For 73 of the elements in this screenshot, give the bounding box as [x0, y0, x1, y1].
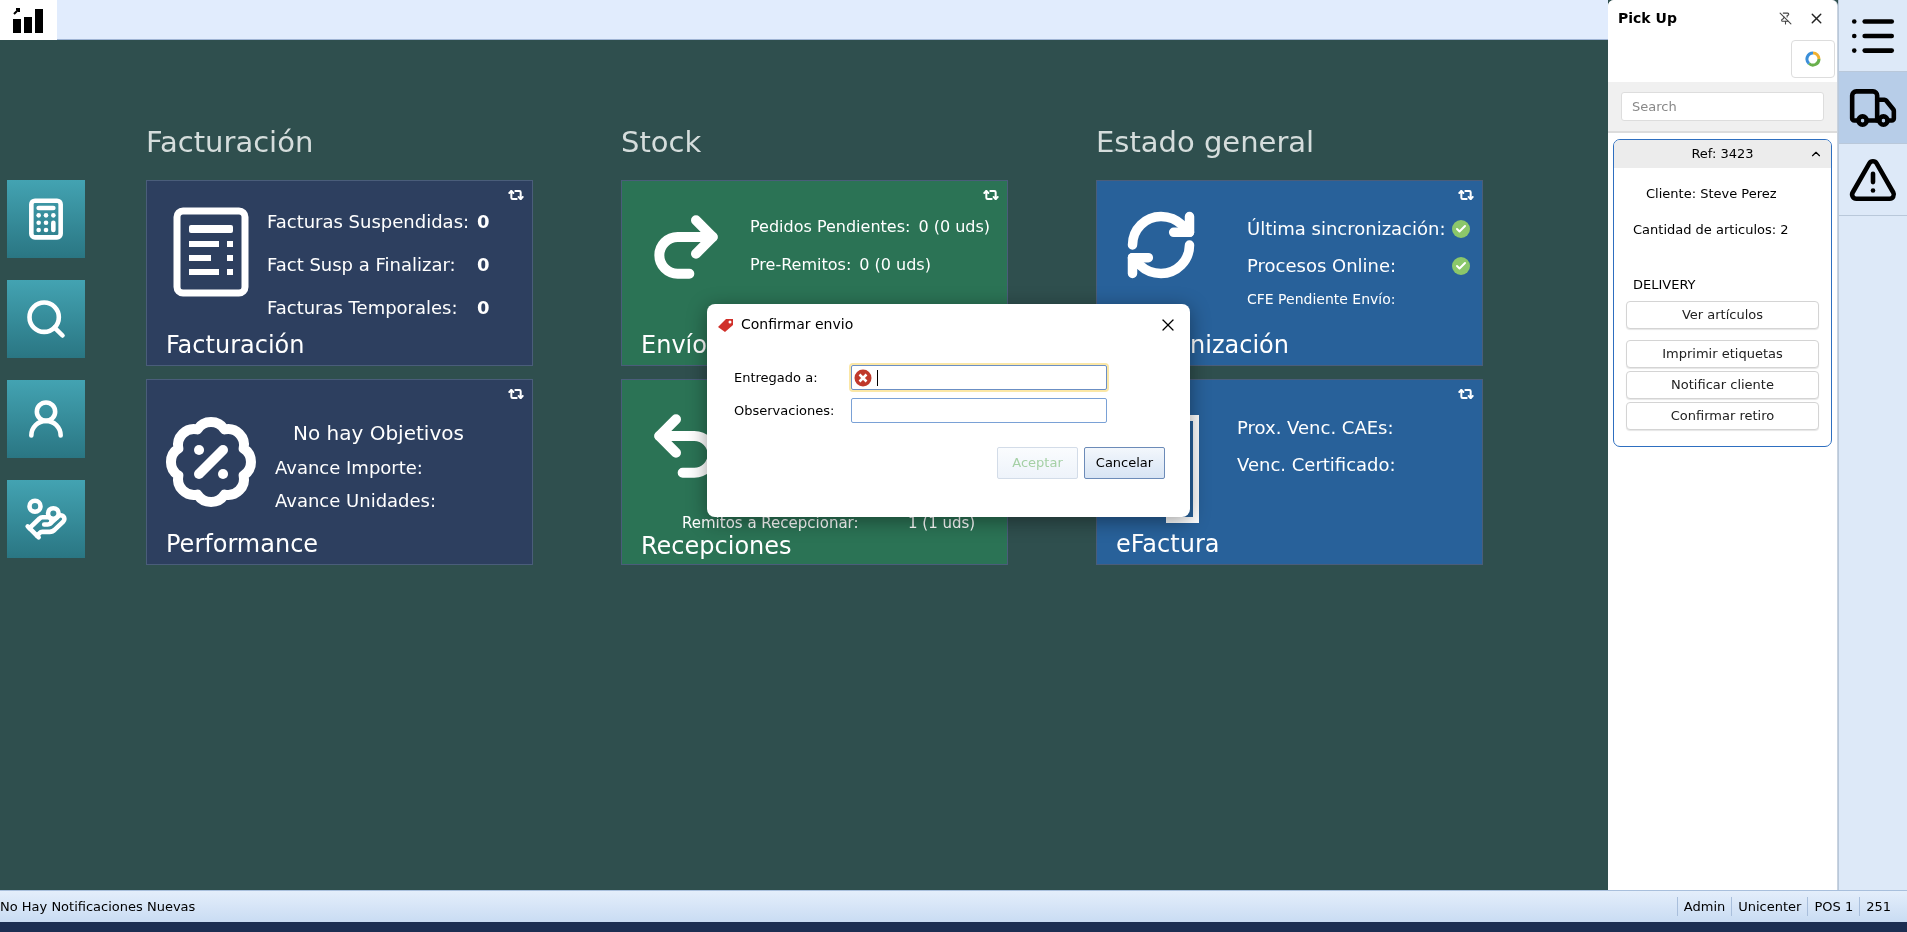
section-title: Facturación [146, 124, 315, 161]
dashboard-tile[interactable]: No hay Objetivos Avance Importe: Avance Unidades: Performance [146, 379, 533, 565]
text-cursor [877, 369, 878, 386]
status-message: No Hay Notificaciones Nuevas [0, 897, 197, 916]
row-value: 0 [477, 296, 491, 320]
tile-title: Performance [165, 530, 320, 560]
text-field[interactable] [851, 398, 1107, 423]
tile-heading: No hay Objetivos [292, 420, 464, 447]
action-button[interactable]: Ver artículos [1626, 300, 1819, 329]
row-label: Remitos a Recepcionar: [682, 514, 860, 532]
row-label: Prox. Venc. CAEs: [1237, 416, 1395, 440]
row-value: 0 [477, 253, 491, 277]
action-button[interactable]: Notificar cliente [1626, 370, 1819, 399]
row-label: Avance Unidades: [275, 489, 437, 513]
action-button[interactable]: Confirmar retiro [1626, 401, 1819, 430]
status-item: POS 1 [1807, 896, 1860, 917]
loading-ring-icon [1805, 51, 1821, 67]
row-label: Facturas Temporales: [267, 296, 459, 320]
row-label: Última sincronización: [1247, 217, 1447, 241]
dashboard-tile[interactable]: Facturas Suspendidas: 0 Fact Susp a Finalizar: 0 Facturas Temporales: 0 Facturación [146, 180, 533, 366]
text-field[interactable] [851, 365, 1107, 390]
row-value: 0 [477, 210, 491, 234]
row-label: Avance Importe: [275, 456, 423, 480]
row-label: Fact Susp a Finalizar: [267, 253, 457, 277]
shortcut-button[interactable] [7, 380, 85, 458]
item-count-text: Cantidad de articulos: 2 [1632, 220, 1790, 239]
section-title: Stock [621, 124, 703, 161]
client-text: Cliente: Steve Perez [1645, 185, 1778, 203]
percent-badge-icon [163, 414, 259, 510]
dialog-title: Confirmar envio [741, 315, 855, 334]
row-label: Venc. Certificado: [1237, 453, 1397, 477]
status-item: Admin [1676, 896, 1732, 917]
section-title: Estado general [1096, 124, 1316, 161]
row-label: Facturas Suspendidas: [267, 210, 471, 234]
field-label: Entregado a: [734, 368, 819, 387]
row-label: CFE Pendiente Envío: [1247, 290, 1397, 309]
field-label: Observaciones: [734, 401, 836, 420]
tile-title: Recepciones [640, 532, 793, 562]
row-value: 0 (0 uds) [859, 254, 931, 276]
status-item: Unicenter [1731, 896, 1808, 917]
search-icon [24, 297, 68, 341]
unpin-icon[interactable] [1779, 12, 1792, 25]
row-label: Pedidos Pendientes: [750, 216, 911, 238]
row-value: 0 (0 uds) [918, 216, 991, 238]
refresh-icon[interactable] [1458, 187, 1474, 203]
tile-title: Envío [640, 331, 708, 361]
shortcut-button[interactable] [7, 280, 85, 358]
tile-title: Facturación [165, 331, 306, 361]
card-header[interactable]: Ref: 3423 [1614, 140, 1831, 168]
error-icon [854, 368, 872, 387]
panel-title: Pick Up [1618, 9, 1678, 28]
shortcut-button[interactable] [7, 180, 85, 258]
sale-tag-icon [717, 316, 735, 333]
refresh-icon[interactable] [508, 386, 524, 402]
row-label: Pre-Remitos: [750, 254, 852, 276]
side-tab[interactable] [1839, 72, 1907, 144]
search-field[interactable]: Search [1621, 92, 1824, 121]
refresh-icon[interactable] [1458, 386, 1474, 402]
card-title: Ref: 3423 [1691, 145, 1754, 164]
dashboard-tile[interactable]: Última sincronización: Procesos Online: CFE Pendiente Envío: nización [1096, 180, 1483, 366]
invoice-icon [173, 207, 249, 297]
refresh-icon[interactable] [983, 187, 999, 203]
delivery-type: DELIVERY [1632, 276, 1697, 294]
refresh-button[interactable] [1791, 40, 1835, 78]
action-button[interactable]: Imprimir etiquetas [1626, 339, 1819, 368]
tile-title: nización [1189, 331, 1290, 361]
row-label: Procesos Online: [1247, 254, 1398, 278]
hand-coins-icon [24, 497, 68, 541]
shortcut-button[interactable] [7, 480, 85, 558]
dialog-button[interactable]: Cancelar [1084, 447, 1165, 479]
tile-title: eFactura [1115, 530, 1221, 560]
status-item: 251 [1859, 896, 1897, 917]
refresh-icon[interactable] [508, 187, 524, 203]
